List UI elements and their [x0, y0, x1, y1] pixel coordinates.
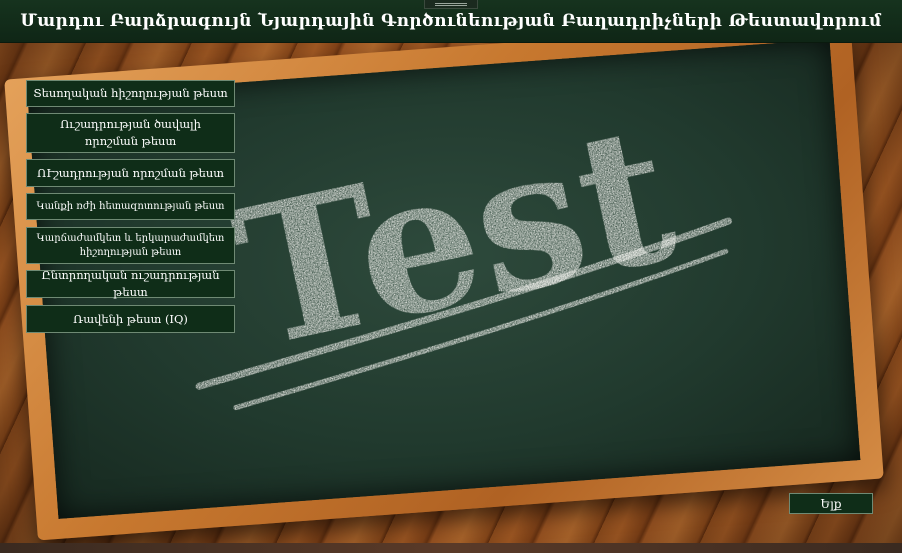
menu-item-short-long-memory-test[interactable]: Կարճաժամկետ և երկարաժամկետ հիշողության թ…: [26, 227, 235, 264]
menu-item-label: Ուշադրության ծավալի որոշման թեստ: [60, 117, 201, 148]
menu-item-label: Կարճաժամկետ և երկարաժամկետ հիշողության թ…: [36, 232, 225, 258]
window-title: Մարդու Բարձրագույն Նյարդային Գործունեութ…: [20, 11, 882, 31]
exit-button[interactable]: Ելք: [789, 493, 873, 514]
menu-item-attention-span-test[interactable]: Ուշադրության ծավալի որոշման թեստ: [26, 113, 235, 153]
menu-item-raven-iq-test[interactable]: Ռավենի թեստ (IQ): [26, 305, 235, 333]
exit-button-label: Ելք: [820, 496, 842, 511]
menu-item-willpower-test[interactable]: Կանքի ռժի հետազոտության թեստ: [26, 193, 235, 220]
menu-item-selective-attention-test[interactable]: Ընտրողական ուշադրության թեստ: [26, 268, 235, 299]
bottom-strip: [0, 543, 902, 553]
menu-item-label: Կանքի ռժի հետազոտության թեստ: [36, 200, 225, 212]
menu-item-attention-test[interactable]: ՈՒշադրության որոշման թեստ: [26, 159, 235, 187]
menu-item-visual-memory-test[interactable]: Տեսողական հիշողության թեստ: [26, 80, 235, 107]
menu-item-label: Ընտրողական ուշադրության թեստ: [41, 268, 220, 299]
drag-handle-icon[interactable]: [424, 0, 478, 9]
board-title: Test: [218, 81, 690, 391]
menu-item-label: Ռավենի թեստ (IQ): [73, 311, 188, 326]
menu-item-label: Տեսողական հիշողության թեստ: [33, 86, 228, 100]
menu-item-label: ՈՒշադրության որոշման թեստ: [37, 165, 224, 180]
